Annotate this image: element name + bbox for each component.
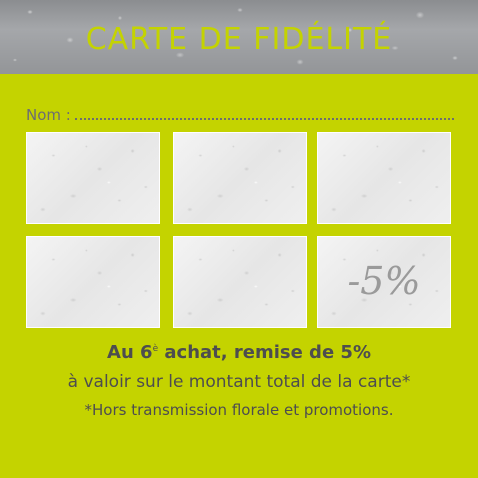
card-title: CARTE DE FIDÉLITÉ bbox=[85, 22, 393, 57]
offer-headline: Au 6è achat, remise de 5% bbox=[0, 342, 478, 363]
stamp-box-2 bbox=[173, 132, 307, 224]
stamp-box-3 bbox=[317, 132, 451, 224]
offer-exclusion: *Hors transmission florale et promotions… bbox=[84, 401, 394, 419]
offer-text-end: achat, remise de 5% bbox=[158, 342, 371, 363]
name-field-row: Nom : bbox=[26, 106, 454, 124]
offer-detail: à valoir sur le montant total de la cart… bbox=[67, 372, 411, 392]
name-dotted-line bbox=[74, 108, 454, 120]
offer-text-start: Au 6 bbox=[107, 342, 153, 363]
stamp-box-5 bbox=[173, 236, 307, 328]
stamp-box-4 bbox=[26, 236, 160, 328]
stamp-box-1 bbox=[26, 132, 160, 224]
stamp-box-6: -5% bbox=[317, 236, 451, 328]
header-banner: CARTE DE FIDÉLITÉ bbox=[0, 0, 478, 74]
name-label: Nom : bbox=[26, 106, 71, 124]
stamp-grid: -5% bbox=[26, 132, 454, 332]
discount-label: -5% bbox=[347, 259, 421, 303]
